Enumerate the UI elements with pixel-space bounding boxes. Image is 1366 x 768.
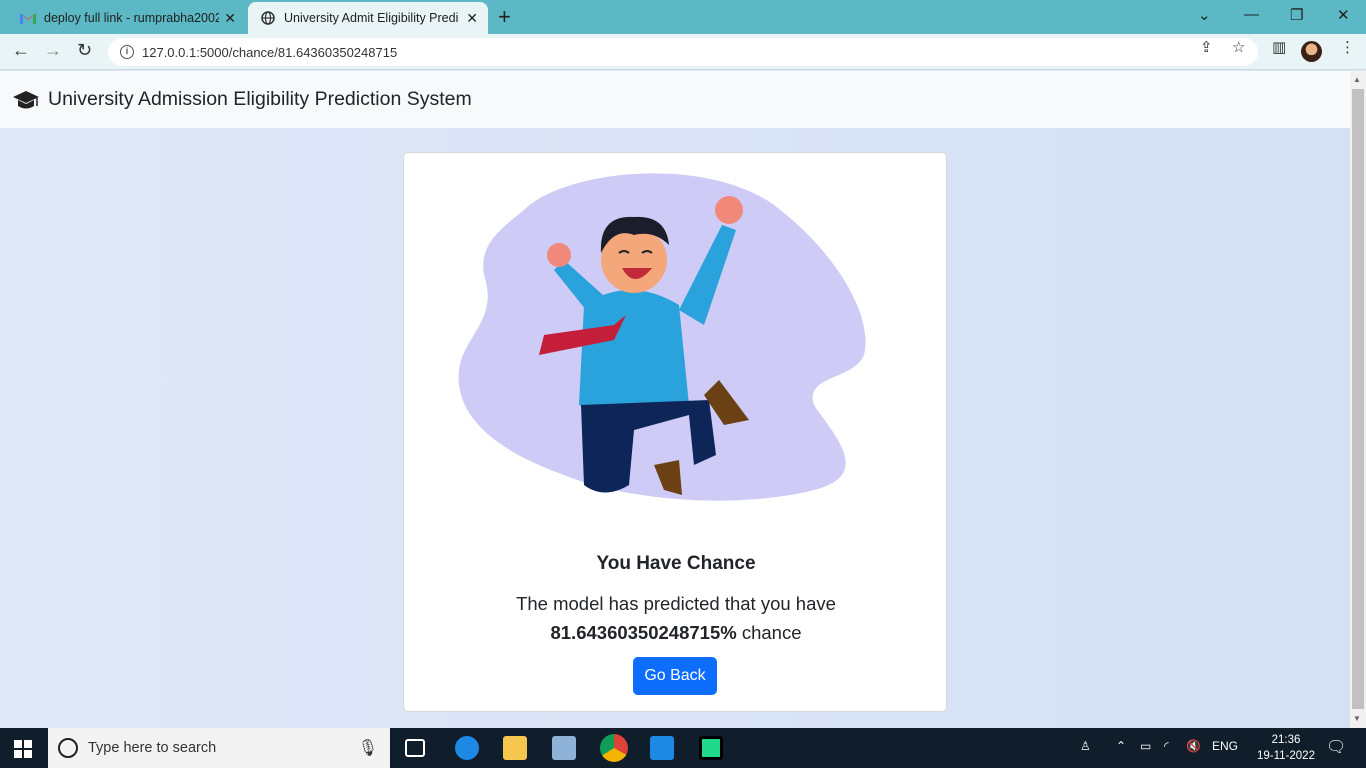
globe-icon (260, 10, 276, 26)
people-icon[interactable]: ♙ (1080, 739, 1091, 753)
pycharm-icon[interactable] (699, 736, 723, 760)
close-tab-icon[interactable]: ✕ (224, 10, 236, 27)
notification-icon[interactable]: 🗨 (1326, 737, 1346, 757)
result-card: You Have Chance The model has predicted … (403, 152, 947, 712)
minimize-icon[interactable]: — (1244, 6, 1259, 23)
navbar: University Admission Eligibility Predict… (0, 71, 1350, 128)
new-tab-button[interactable]: + (498, 6, 511, 28)
brand-title[interactable]: University Admission Eligibility Predict… (48, 88, 472, 111)
web-page: University Admission Eligibility Predict… (0, 71, 1350, 728)
result-text: The model has predicted that you have 81… (404, 589, 948, 647)
wifi-icon[interactable]: ◜ (1164, 739, 1169, 753)
file-explorer-icon[interactable] (503, 736, 527, 760)
language-indicator[interactable]: ENG (1212, 739, 1238, 753)
result-title: You Have Chance (596, 553, 756, 574)
system-clock[interactable]: 21:36 19-11-2022 (1256, 732, 1316, 764)
profile-avatar[interactable] (1301, 41, 1322, 62)
search-placeholder: Type here to search (88, 740, 217, 756)
page-scrollbar[interactable]: ▲ ▼ (1350, 71, 1366, 728)
chance-value: 81.64360350248715% (550, 622, 737, 643)
result-text-suffix: chance (736, 622, 802, 643)
close-tab-icon[interactable]: ✕ (466, 10, 478, 27)
windows-start-icon[interactable] (14, 740, 32, 758)
scroll-up-icon[interactable]: ▲ (1353, 75, 1361, 84)
browser-toolbar: ← → ↻ i 127.0.0.1:5000/chance/81.6436035… (0, 34, 1366, 70)
tab-title: deploy full link - rumprabha2002 (44, 11, 219, 25)
menu-kebab-icon[interactable]: ⋮ (1340, 38, 1355, 56)
scroll-thumb[interactable] (1352, 89, 1364, 709)
address-bar[interactable]: i 127.0.0.1:5000/chance/81.6436035024871… (108, 38, 1258, 66)
share-icon[interactable]: ⇪ (1200, 38, 1213, 56)
celebrating-man-illustration (458, 173, 866, 501)
task-view-icon[interactable] (405, 739, 425, 757)
url-text: 127.0.0.1:5000/chance/81.64360350248715 (142, 44, 398, 60)
vscode-icon[interactable] (650, 736, 674, 760)
clock-date: 19-11-2022 (1257, 750, 1315, 762)
chevron-up-icon[interactable]: ⌃ (1116, 739, 1126, 753)
tab-university-admit[interactable]: University Admit Eligibility Predic ✕ (248, 2, 488, 34)
windows-taskbar: Type here to search 🎙 ♙ ⌃ ▭ ◜ 🔇 ENG 21:3… (0, 728, 1366, 768)
volume-muted-icon[interactable]: 🔇 (1186, 739, 1201, 753)
result-text-prefix: The model has predicted that you have (516, 593, 836, 614)
battery-icon[interactable]: ▭ (1140, 739, 1151, 753)
side-panel-icon[interactable]: ▥ (1272, 38, 1286, 56)
browser-tab-bar: deploy full link - rumprabha2002 ✕ Unive… (0, 0, 1366, 34)
tab-search-icon[interactable]: ⌄ (1198, 6, 1211, 24)
tab-title: University Admit Eligibility Predic (284, 11, 459, 25)
site-info-icon[interactable]: i (120, 45, 134, 59)
close-window-icon[interactable]: ✕ (1337, 6, 1350, 24)
bookmark-star-icon[interactable]: ☆ (1232, 38, 1245, 56)
tab-gmail[interactable]: deploy full link - rumprabha2002 ✕ (0, 2, 246, 34)
reload-icon[interactable]: ↻ (77, 40, 92, 61)
restore-icon[interactable]: ❐ (1290, 6, 1303, 24)
forward-arrow-icon[interactable]: → (44, 40, 62, 61)
notepad-icon[interactable] (552, 736, 576, 760)
scroll-down-icon[interactable]: ▼ (1353, 714, 1361, 723)
search-circle-icon (58, 738, 78, 758)
graduation-cap-icon (13, 90, 39, 108)
chrome-icon[interactable] (600, 734, 628, 762)
go-back-button[interactable]: Go Back (633, 657, 717, 695)
gmail-icon (20, 10, 36, 26)
edge-browser-icon[interactable] (455, 736, 479, 760)
back-arrow-icon[interactable]: ← (12, 40, 30, 61)
microphone-icon[interactable]: 🎙 (358, 738, 378, 758)
taskbar-search-input[interactable]: Type here to search 🎙 (48, 728, 390, 768)
clock-time: 21:36 (1271, 734, 1301, 746)
